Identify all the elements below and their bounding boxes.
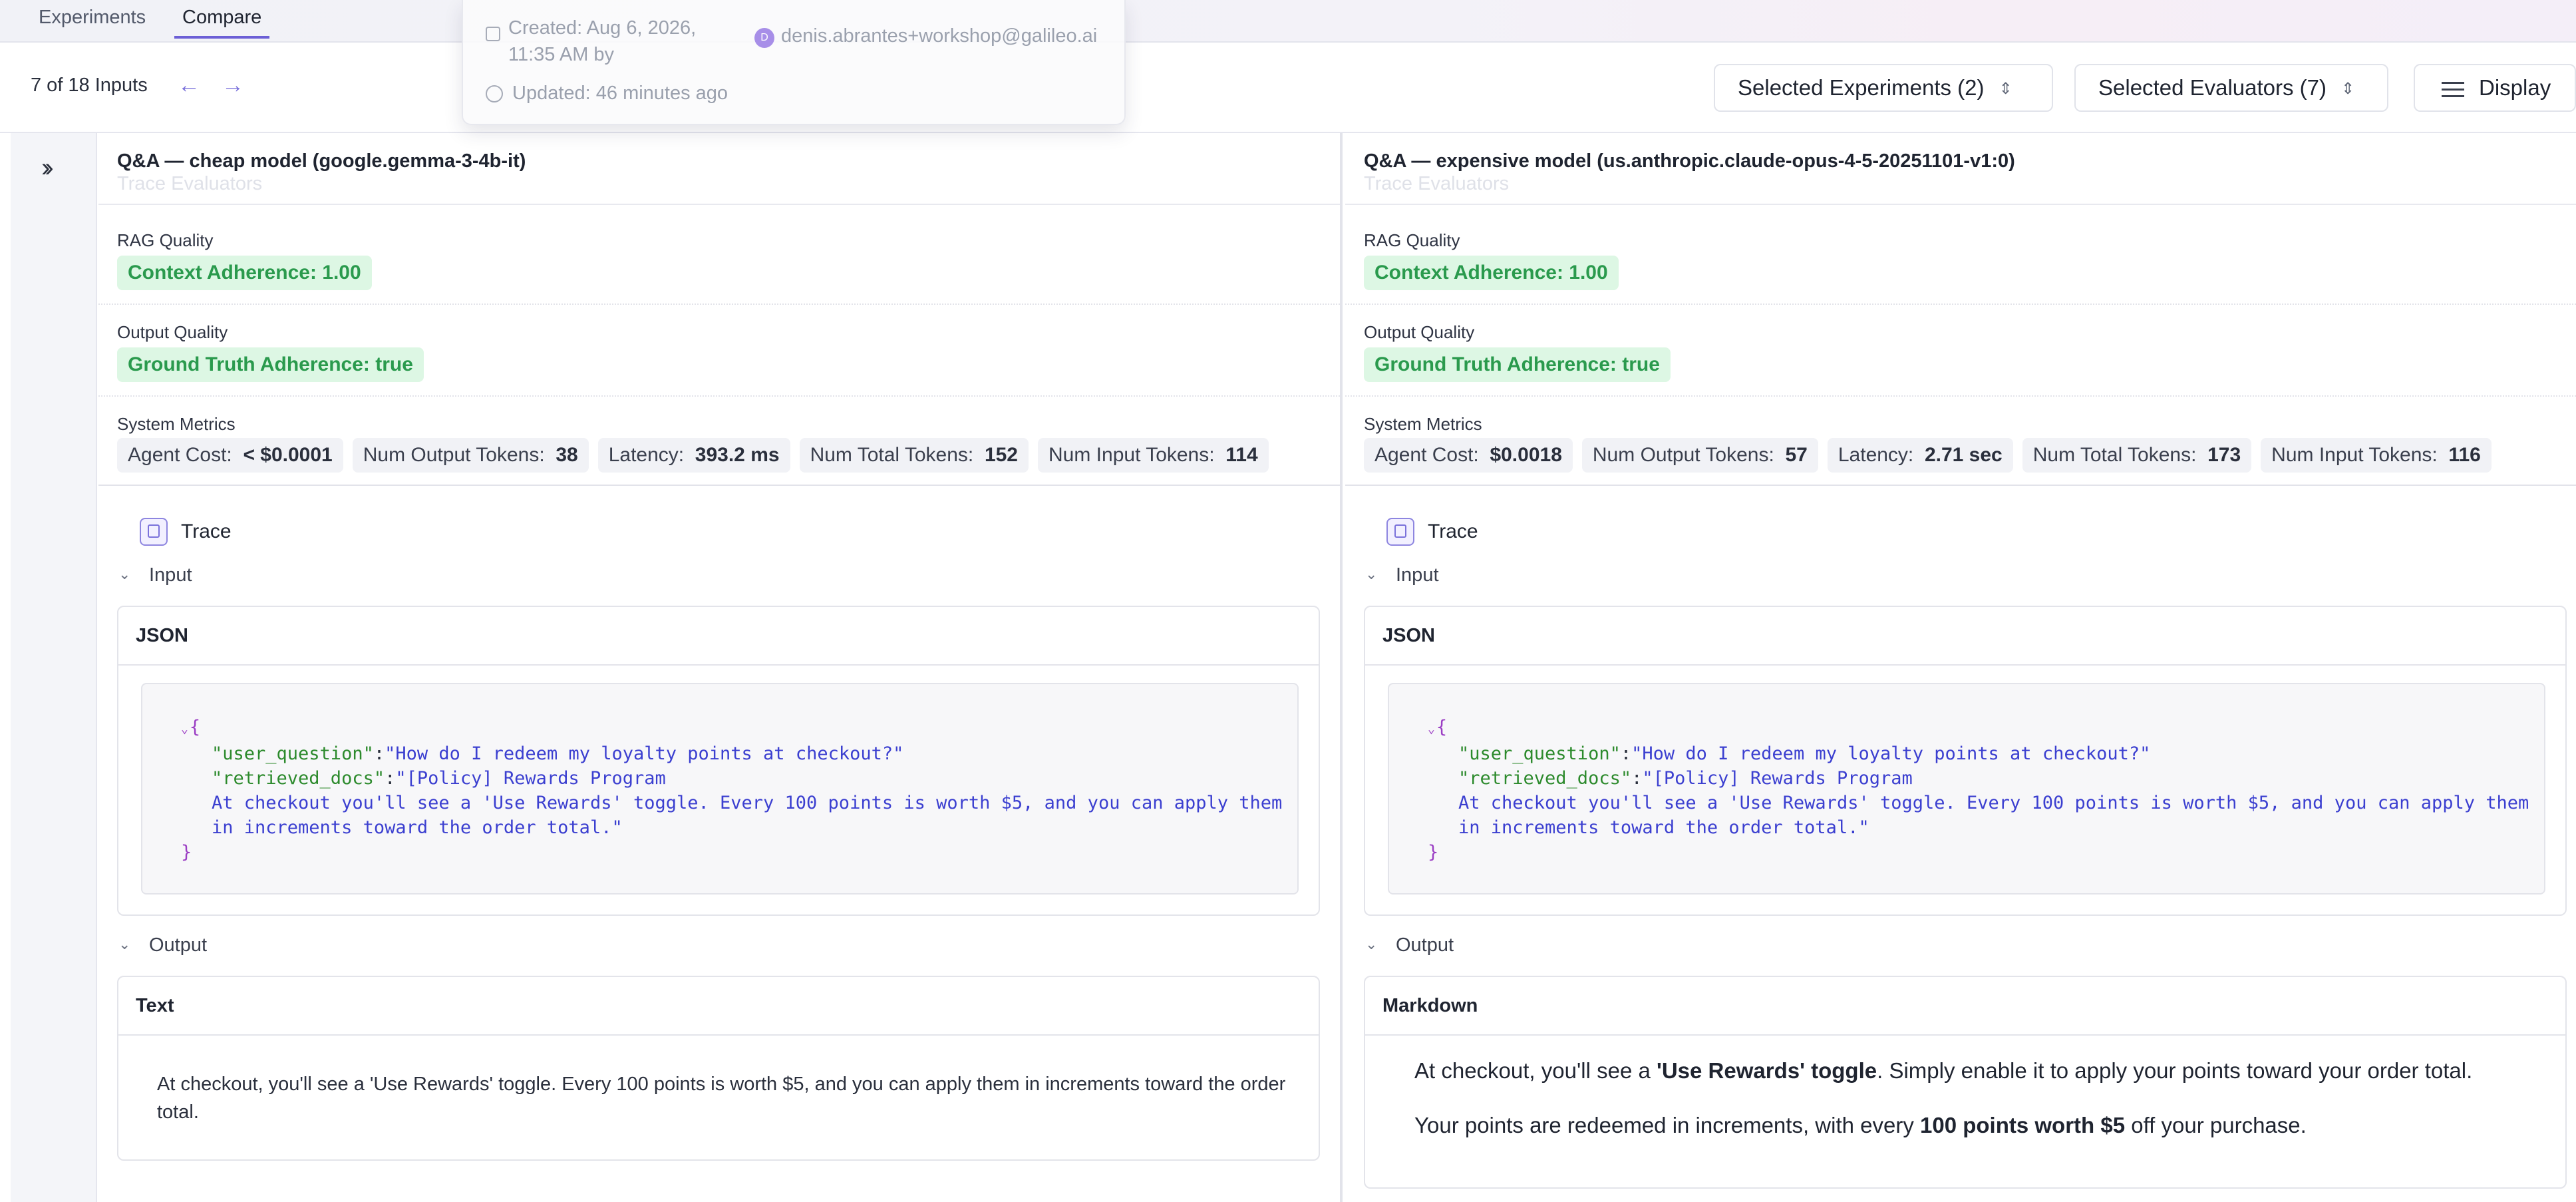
markdown-paragraph-2: Your points are redeemed in increments, …: [1414, 1113, 2307, 1137]
trace-label: Trace: [1428, 520, 1478, 542]
updown-chevron-icon: ⇕: [2341, 80, 2355, 99]
metric-output-tokens[interactable]: Num Output Tokens: 57: [1581, 438, 1818, 473]
output-quality-label: Output Quality: [117, 322, 228, 342]
input-section-toggle[interactable]: Input: [149, 564, 192, 586]
clock-icon: [486, 85, 503, 102]
markdown-paragraph-1: At checkout, you'll see a 'Use Rewards' …: [1414, 1058, 2473, 1083]
metric-input-tokens[interactable]: Num Input Tokens: 114: [1038, 438, 1269, 473]
trace-icon: [1386, 518, 1414, 546]
experiment-column-cheap: Q&A — cheap model (google.gemma-3-4b-it)…: [98, 133, 1343, 1202]
output-section-toggle[interactable]: Output: [1396, 934, 1454, 956]
trace-label: Trace: [181, 520, 232, 542]
rag-quality-label: RAG Quality: [1364, 230, 1460, 250]
arrow-left-icon[interactable]: ←: [176, 72, 202, 99]
double-chevron-right-icon[interactable]: ››: [41, 153, 53, 183]
chevron-down-icon[interactable]: ⌄: [118, 936, 130, 953]
ground-truth-adherence-badge[interactable]: Ground Truth Adherence: true: [117, 347, 424, 382]
column-title: Q&A — cheap model (google.gemma-3-4b-it): [117, 150, 526, 172]
ghost-label: Trace Evaluators: [117, 173, 263, 194]
chevron-down-icon[interactable]: ⌄: [1428, 722, 1435, 736]
card-header: Text: [118, 977, 1319, 1036]
system-metrics-label: System Metrics: [117, 414, 236, 434]
ghost-label: Trace Evaluators: [1364, 173, 1510, 194]
chevron-down-icon[interactable]: ⌄: [181, 722, 188, 736]
tab-bar: Experiments Compare: [0, 0, 2576, 43]
card-header: JSON: [118, 607, 1319, 666]
context-adherence-badge[interactable]: Context Adherence: 1.00: [1364, 256, 1619, 290]
output-text-card: Text At checkout, you'll see a 'Use Rewa…: [117, 976, 1320, 1161]
display-label: Display: [2479, 75, 2551, 100]
input-json-card: JSON ⌄{ "user_question":"How do I redeem…: [117, 606, 1320, 916]
metric-output-tokens[interactable]: Num Output Tokens: 38: [352, 438, 589, 473]
metric-agent-cost[interactable]: Agent Cost: $0.0018: [1364, 438, 1573, 473]
sliders-icon: [2442, 79, 2464, 99]
metric-latency[interactable]: Latency: 2.71 sec: [1827, 438, 2013, 473]
output-quality-label: Output Quality: [1364, 322, 1475, 342]
experiment-column-expensive: Q&A — expensive model (us.anthropic.clau…: [1345, 133, 2576, 1202]
chevron-down-icon[interactable]: ⌄: [1365, 936, 1377, 953]
chevron-down-icon[interactable]: ⌄: [1365, 566, 1377, 583]
system-metrics: Agent Cost: < $0.0001 Num Output Tokens:…: [117, 438, 1269, 473]
metric-latency[interactable]: Latency: 393.2 ms: [597, 438, 790, 473]
inputs-count: 7 of 18 Inputs: [31, 75, 148, 96]
metric-agent-cost[interactable]: Agent Cost: < $0.0001: [117, 438, 343, 473]
json-viewer: ⌄{ "user_question":"How do I redeem my l…: [141, 683, 1299, 895]
arrow-right-icon[interactable]: →: [220, 72, 246, 99]
system-metrics-label: System Metrics: [1364, 414, 1482, 434]
context-adherence-badge[interactable]: Context Adherence: 1.00: [117, 256, 372, 290]
calendar-icon: [486, 27, 500, 41]
card-header: Markdown: [1365, 977, 2565, 1036]
rag-quality-label: RAG Quality: [117, 230, 214, 250]
card-header: JSON: [1365, 607, 2565, 666]
output-text: At checkout, you'll see a 'Use Rewards' …: [157, 1074, 1286, 1123]
selected-evaluators-label: Selected Evaluators (7): [2098, 75, 2327, 100]
column-title: Q&A — expensive model (us.anthropic.clau…: [1364, 150, 2015, 172]
output-markdown-card: Markdown At checkout, you'll see a 'Use …: [1364, 976, 2567, 1189]
system-metrics: Agent Cost: $0.0018 Num Output Tokens: 5…: [1364, 438, 2492, 473]
selected-evaluators-dropdown[interactable]: Selected Evaluators (7) ⇕: [2074, 64, 2388, 112]
selected-experiments-label: Selected Experiments (2): [1738, 75, 1985, 100]
metric-total-tokens[interactable]: Num Total Tokens: 152: [799, 438, 1029, 473]
updown-chevron-icon: ⇕: [1999, 80, 2012, 99]
avatar: D: [754, 28, 774, 48]
ground-truth-adherence-badge[interactable]: Ground Truth Adherence: true: [1364, 347, 1671, 382]
metric-input-tokens[interactable]: Num Input Tokens: 116: [2261, 438, 2492, 473]
compare-header: 7 of 18 Inputs ← → Selected Experiments …: [0, 43, 2576, 133]
experiment-info-popover: Created: Aug 6, 2026, 11:35 AM by D deni…: [462, 0, 1126, 125]
tab-compare[interactable]: Compare: [174, 4, 270, 39]
tab-experiments[interactable]: Experiments: [39, 4, 146, 39]
chevron-down-icon[interactable]: ⌄: [118, 566, 130, 583]
json-viewer: ⌄{ "user_question":"How do I redeem my l…: [1388, 683, 2545, 895]
updated-info: Updated: 46 minutes ago: [512, 83, 728, 104]
input-json-card: JSON ⌄{ "user_question":"How do I redeem…: [1364, 606, 2567, 916]
output-section-toggle[interactable]: Output: [149, 934, 207, 956]
created-info: Created: Aug 6, 2026, 11:35 AM by: [508, 17, 697, 65]
input-section-toggle[interactable]: Input: [1396, 564, 1439, 586]
display-button[interactable]: Display: [2414, 64, 2576, 112]
metric-total-tokens[interactable]: Num Total Tokens: 173: [2022, 438, 2252, 473]
left-rail: ››: [11, 133, 97, 1202]
trace-icon: [140, 518, 168, 546]
creator-email: denis.abrantes+workshop@galileo.ai: [781, 25, 1098, 47]
selected-experiments-dropdown[interactable]: Selected Experiments (2) ⇕: [1714, 64, 2053, 112]
